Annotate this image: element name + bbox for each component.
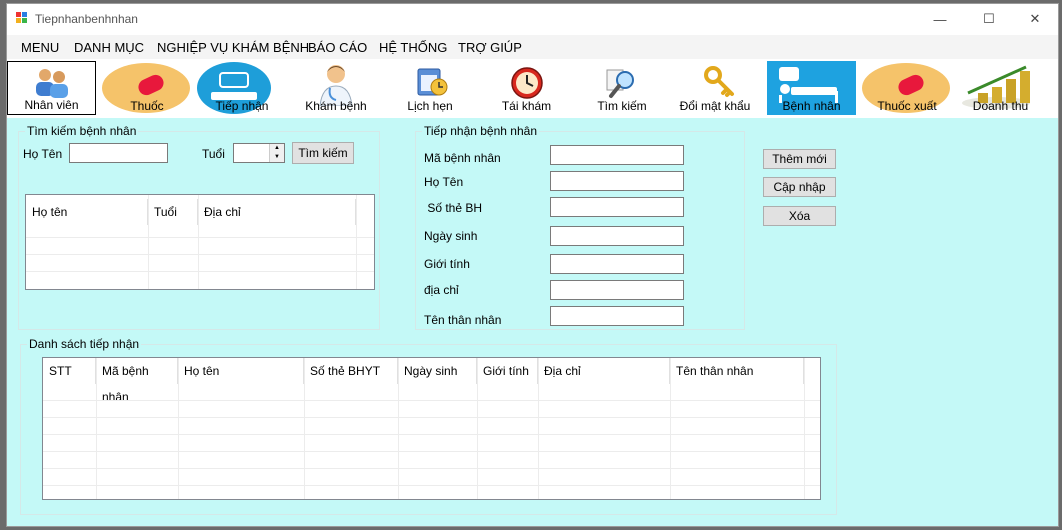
toolbar-label: Bệnh nhân — [782, 99, 841, 113]
maximize-button[interactable]: ☐ — [969, 8, 1009, 30]
add-new-button[interactable]: Thêm mới — [763, 149, 836, 169]
toolbar-examination-button[interactable]: Khám bệnh — [292, 61, 380, 115]
col-header[interactable]: Số thẻ BHYT — [304, 358, 398, 384]
toolbar-label: Đổi mật khẩu — [679, 99, 751, 113]
insurance-card-input[interactable] — [550, 197, 684, 217]
menu-danh-muc[interactable]: DANH MỤC — [74, 40, 144, 55]
reception-list-title: Danh sách tiếp nhận — [29, 337, 140, 351]
app-icon — [16, 12, 28, 24]
menu-tro-giup[interactable]: TRỢ GIÚP — [458, 40, 522, 55]
col-header[interactable]: Địa chỉ — [198, 199, 356, 225]
toolbar-reception-button[interactable]: Tiếp nhận — [196, 61, 288, 115]
stepper-up-icon[interactable]: ▲ — [270, 144, 284, 153]
minimize-button[interactable]: — — [920, 8, 960, 30]
toolbar-label: Tái khám — [501, 99, 552, 113]
fullname-input[interactable] — [550, 171, 684, 191]
toolbar-revisit-button[interactable]: Tái khám — [479, 61, 574, 115]
calendar-icon — [417, 68, 448, 96]
title-bar: Tiepnhanbenhnhan — ☐ ✕ — [7, 4, 1058, 34]
menu-he-thong[interactable]: HỆ THỐNG — [379, 40, 447, 55]
toolbar-label: Lịch hẹn — [407, 99, 453, 113]
gender-input[interactable] — [550, 254, 684, 274]
insurance-card-label: Số thẻ BH — [424, 201, 483, 215]
birthdate-label: Ngày sinh — [424, 229, 478, 243]
toolbar-medicine-export-button[interactable]: Thuốc xuất — [862, 61, 952, 115]
patient-bed-icon — [779, 67, 838, 103]
search-button[interactable]: Tìm kiếm — [292, 142, 354, 164]
search-icon — [606, 69, 634, 98]
birthdate-input[interactable] — [550, 226, 684, 246]
delete-button[interactable]: Xóa — [763, 206, 836, 226]
col-header[interactable]: Địa chỉ — [538, 358, 670, 384]
patient-id-label: Mã bệnh nhân — [424, 151, 501, 165]
toolbar-label: Tiếp nhận — [215, 99, 269, 113]
window-title: Tiepnhanbenhnhan — [35, 12, 138, 26]
patient-id-input[interactable] — [550, 145, 684, 165]
toolbar: Nhân viên Thuốc Tiếp nhận Khám bệnh Lịch… — [7, 59, 1058, 118]
col-header[interactable]: Họ tên — [178, 358, 304, 384]
toolbar-patient-button[interactable]: Bệnh nhân — [767, 61, 856, 115]
toolbar-label: Tìm kiếm — [597, 99, 647, 113]
col-header[interactable]: Họ tên — [26, 199, 148, 225]
toolbar-label: Khám bệnh — [305, 99, 367, 113]
search-results-grid: Họ tên Tuổi Địa chỉ — [25, 194, 375, 290]
toolbar-search-button[interactable]: Tìm kiếm — [577, 61, 667, 115]
relative-name-input[interactable] — [550, 306, 684, 326]
col-header[interactable]: Mã bệnh nhân — [96, 358, 178, 404]
reception-list-grid: STT Mã bệnh nhân Họ tên Số thẻ BHYT Ngày… — [42, 357, 821, 500]
col-header[interactable]: Ngày sinh — [398, 358, 477, 384]
fullname-label: Họ Tên — [424, 175, 464, 189]
address-label: địa chỉ — [424, 283, 459, 297]
reception-group-title: Tiếp nhận bệnh nhân — [424, 124, 537, 138]
toolbar-change-password-button[interactable]: Đổi mật khẩu — [671, 61, 759, 115]
address-input[interactable] — [550, 280, 684, 300]
staff-icon — [36, 69, 68, 98]
update-button[interactable]: Cập nhập — [763, 177, 836, 197]
app-window: Tiepnhanbenhnhan — ☐ ✕ MENU DANH MỤC NGH… — [6, 3, 1059, 527]
col-header[interactable]: Tên thân nhân — [670, 358, 804, 384]
toolbar-label: Doanh thu — [972, 99, 1029, 113]
toolbar-appointment-button[interactable]: Lịch hẹn — [384, 61, 476, 115]
menu-bao-cao[interactable]: BÁO CÁO — [308, 40, 367, 55]
stepper-down-icon[interactable]: ▼ — [270, 153, 284, 162]
toolbar-label: Nhân viên — [24, 98, 79, 112]
toolbar-medicine-button[interactable]: Thuốc — [102, 61, 192, 115]
menu-bar: MENU DANH MỤC NGHIỆP VỤ KHÁM BỆNH BÁO CÁ… — [7, 35, 1058, 59]
close-button[interactable]: ✕ — [1015, 8, 1055, 30]
key-icon — [704, 66, 734, 97]
toolbar-revenue-button[interactable]: Doanh thu — [956, 61, 1045, 115]
search-name-input[interactable] — [69, 143, 168, 163]
menu-nghiep-vu[interactable]: NGHIỆP VỤ KHÁM BỆNH — [157, 40, 309, 55]
toolbar-label: Thuốc xuất — [877, 99, 937, 113]
gender-label: Giới tính — [424, 257, 470, 271]
toolbar-staff-button[interactable]: Nhân viên — [7, 61, 96, 115]
col-header[interactable]: STT — [43, 358, 96, 384]
search-age-label: Tuổi — [202, 147, 225, 161]
col-header[interactable]: Giới tính — [477, 358, 538, 384]
col-header[interactable]: Tuổi — [148, 199, 198, 225]
search-group-title: Tìm kiếm bệnh nhân — [27, 124, 137, 138]
clock-icon — [511, 67, 543, 99]
age-stepper[interactable]: ▲ ▼ — [233, 143, 285, 163]
toolbar-label: Thuốc — [130, 99, 164, 113]
main-content: Tìm kiếm bệnh nhân Họ Tên Tuổi ▲ ▼ Tìm k… — [7, 118, 1058, 526]
search-name-label: Họ Tên — [23, 147, 63, 161]
relative-name-label: Tên thân nhân — [424, 313, 502, 327]
menu-menu[interactable]: MENU — [21, 40, 59, 55]
